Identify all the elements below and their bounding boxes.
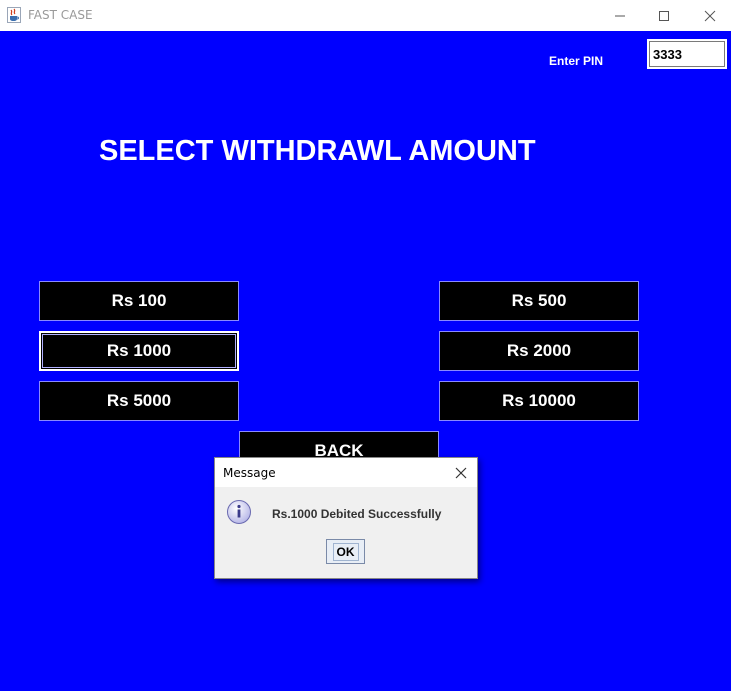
rs-2000-button[interactable]: Rs 2000: [439, 331, 639, 371]
rs-10000-button[interactable]: Rs 10000: [439, 381, 639, 421]
page-title: SELECT WITHDRAWL AMOUNT: [99, 135, 536, 167]
close-icon: [704, 10, 716, 21]
info-icon: [226, 499, 252, 525]
close-button[interactable]: [687, 0, 731, 31]
atm-panel: Enter PIN SELECT WITHDRAWL AMOUNT Rs 100…: [0, 31, 731, 691]
ok-button[interactable]: OK: [326, 539, 365, 564]
java-cup-icon: [7, 7, 21, 23]
maximize-icon: [659, 10, 669, 21]
dialog-message: Rs.1000 Debited Successfully: [272, 507, 442, 521]
message-dialog: Message Rs.1000 Debited Successfully OK: [214, 457, 478, 579]
rs-500-button[interactable]: Rs 500: [439, 281, 639, 321]
dialog-close-button[interactable]: [451, 463, 471, 483]
dialog-titlebar: Message: [215, 458, 477, 487]
minimize-icon: [615, 15, 625, 16]
dialog-title: Message: [223, 466, 276, 480]
pin-label: Enter PIN: [549, 54, 604, 68]
close-icon: [455, 467, 467, 479]
ok-label: OK: [332, 542, 359, 561]
window-title: FAST CASE: [28, 8, 93, 22]
minimize-button[interactable]: [597, 0, 643, 31]
window-titlebar: FAST CASE: [0, 0, 731, 32]
pin-input[interactable]: [647, 39, 727, 69]
maximize-button[interactable]: [641, 0, 687, 31]
rs-100-button[interactable]: Rs 100: [39, 281, 239, 321]
rs-5000-button[interactable]: Rs 5000: [39, 381, 239, 421]
rs-1000-button[interactable]: Rs 1000: [39, 331, 239, 371]
